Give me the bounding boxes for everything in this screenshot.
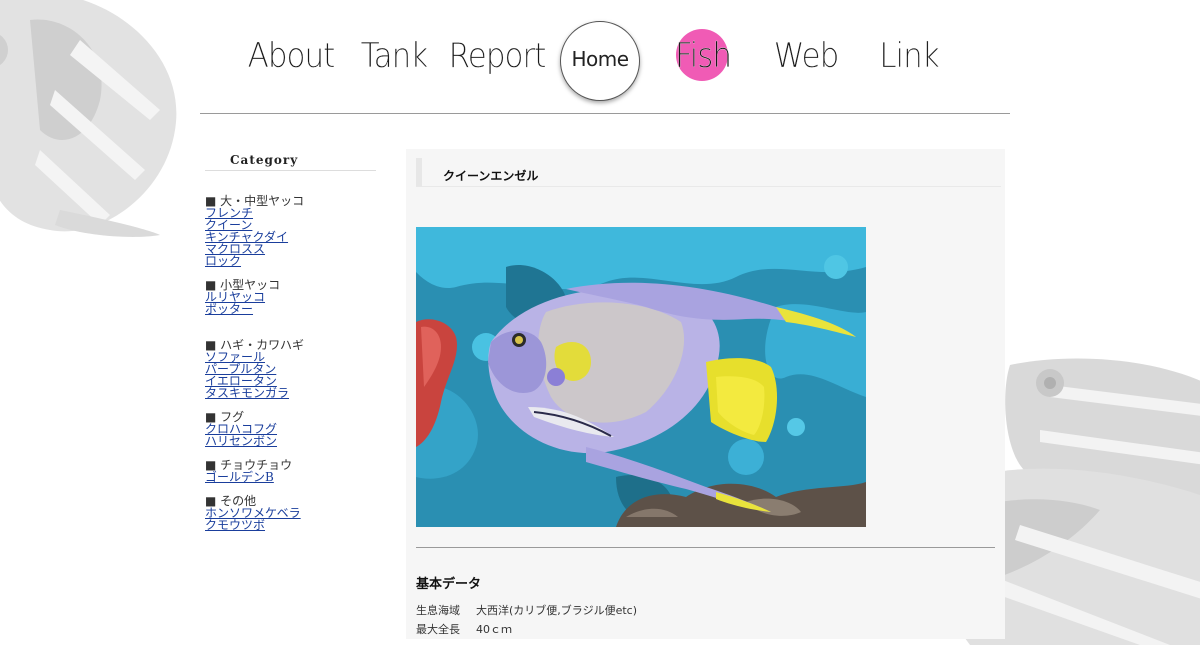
category-group: ■ チョウチョウ ゴールデンB <box>205 459 385 483</box>
category-group: ■ その他 ホンソワメケベラ クモウツボ <box>205 495 385 531</box>
nav-fish[interactable]: Fish <box>653 0 753 114</box>
data-row-key: 最大全長 <box>416 623 460 636</box>
content-divider <box>416 547 995 548</box>
category-title: Category <box>205 150 376 171</box>
data-row-habitat: 生息海域 大西洋(カリブ便,ブラジル便etc) <box>416 602 637 618</box>
global-nav: About Tank Report Home Fish Web Link <box>200 0 1010 114</box>
nav-web[interactable]: Web <box>756 0 856 114</box>
nav-home[interactable]: Home <box>550 0 650 114</box>
nav-home-label: Home <box>571 47 629 71</box>
category-group: ■ 大・中型ヤッコ フレンチ クイーン キンチャクダイ マクロスス ロック <box>205 195 385 267</box>
basic-data-heading: 基本データ <box>416 577 482 592</box>
category-link[interactable]: ロック <box>205 255 385 267</box>
category-link[interactable]: ポッター <box>205 303 385 315</box>
nav-tank[interactable]: Tank <box>344 0 444 114</box>
nav-about[interactable]: About <box>241 0 341 114</box>
category-group: ■ 小型ヤッコ ルリヤッコ ポッター <box>205 279 385 315</box>
nav-tank-label: Tank <box>360 36 429 76</box>
data-row-max-length: 最大全長 40ｃｍ <box>416 621 512 637</box>
article-panel: クイーンエンゼル 基本データ 生息海域 大西洋(カリブ便,ブラジル便etc) 最… <box>406 149 1005 639</box>
nav-fish-label: Fish <box>675 36 732 76</box>
category-group: ■ ハギ・カワハギ ソファール パープルタン イエロータン タスキモンガラ <box>205 339 385 399</box>
nav-link[interactable]: Link <box>859 0 959 114</box>
category-link[interactable]: タスキモンガラ <box>205 387 385 399</box>
article-header: クイーンエンゼル <box>416 158 1001 187</box>
data-row-key: 生息海域 <box>416 604 460 617</box>
nav-report-label: Report <box>448 36 547 76</box>
nav-divider <box>200 113 1010 114</box>
article-title: クイーンエンゼル <box>443 169 539 183</box>
nav-about-label: About <box>247 36 336 76</box>
nav-report[interactable]: Report <box>447 0 547 114</box>
category-sidebar: Category ■ 大・中型ヤッコ フレンチ クイーン キンチャクダイ マクロ… <box>205 150 385 531</box>
category-group: ■ フグ クロハコフグ ハリセンボン <box>205 411 385 447</box>
category-link[interactable]: ハリセンボン <box>205 435 385 447</box>
nav-link-label: Link <box>879 36 940 76</box>
data-row-value: 大西洋(カリブ便,ブラジル便etc) <box>476 604 637 617</box>
background-fish-left <box>0 0 177 237</box>
nav-web-label: Web <box>773 36 840 76</box>
category-link[interactable]: クモウツボ <box>205 519 385 531</box>
fish-photo <box>416 227 866 527</box>
category-link[interactable]: ゴールデンB <box>205 471 385 483</box>
